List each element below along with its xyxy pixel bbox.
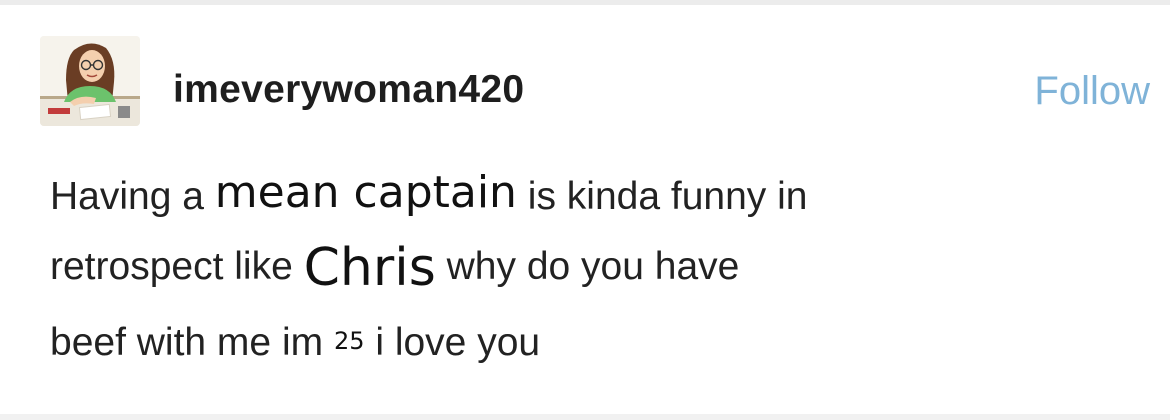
post-header: imeverywoman420 Follow	[40, 36, 1150, 128]
post-body-line: Having a mean captain is kinda funny in	[50, 156, 1130, 230]
post-text-segment-large: Chris	[303, 238, 436, 298]
cartoon-woman-avatar-icon	[40, 36, 140, 126]
post-text-segment: Having a	[50, 175, 215, 218]
avatar[interactable]	[40, 36, 140, 126]
post-body: Having a mean captain is kinda funny in …	[50, 156, 1130, 378]
post-text-segment-large: mean captain	[214, 167, 517, 218]
post-text-segment-small: 25	[333, 327, 365, 355]
post-text-segment: why do you have	[435, 245, 740, 288]
post-text-segment: is kinda funny in	[516, 175, 808, 218]
post-text-segment: beef with me im	[50, 321, 334, 364]
post-text-segment: i love you	[364, 321, 541, 364]
post-text-segment: retrospect like	[50, 245, 304, 288]
bottom-divider	[0, 414, 1170, 420]
follow-button[interactable]: Follow	[1034, 66, 1150, 116]
post-body-line: beef with me im 25 i love you	[50, 304, 1130, 378]
post-card: imeverywoman420 Follow Having a mean cap…	[0, 0, 1170, 420]
username[interactable]: imeverywoman420	[173, 66, 524, 114]
post-body-line: retrospect like Chris why do you have	[50, 230, 1130, 304]
